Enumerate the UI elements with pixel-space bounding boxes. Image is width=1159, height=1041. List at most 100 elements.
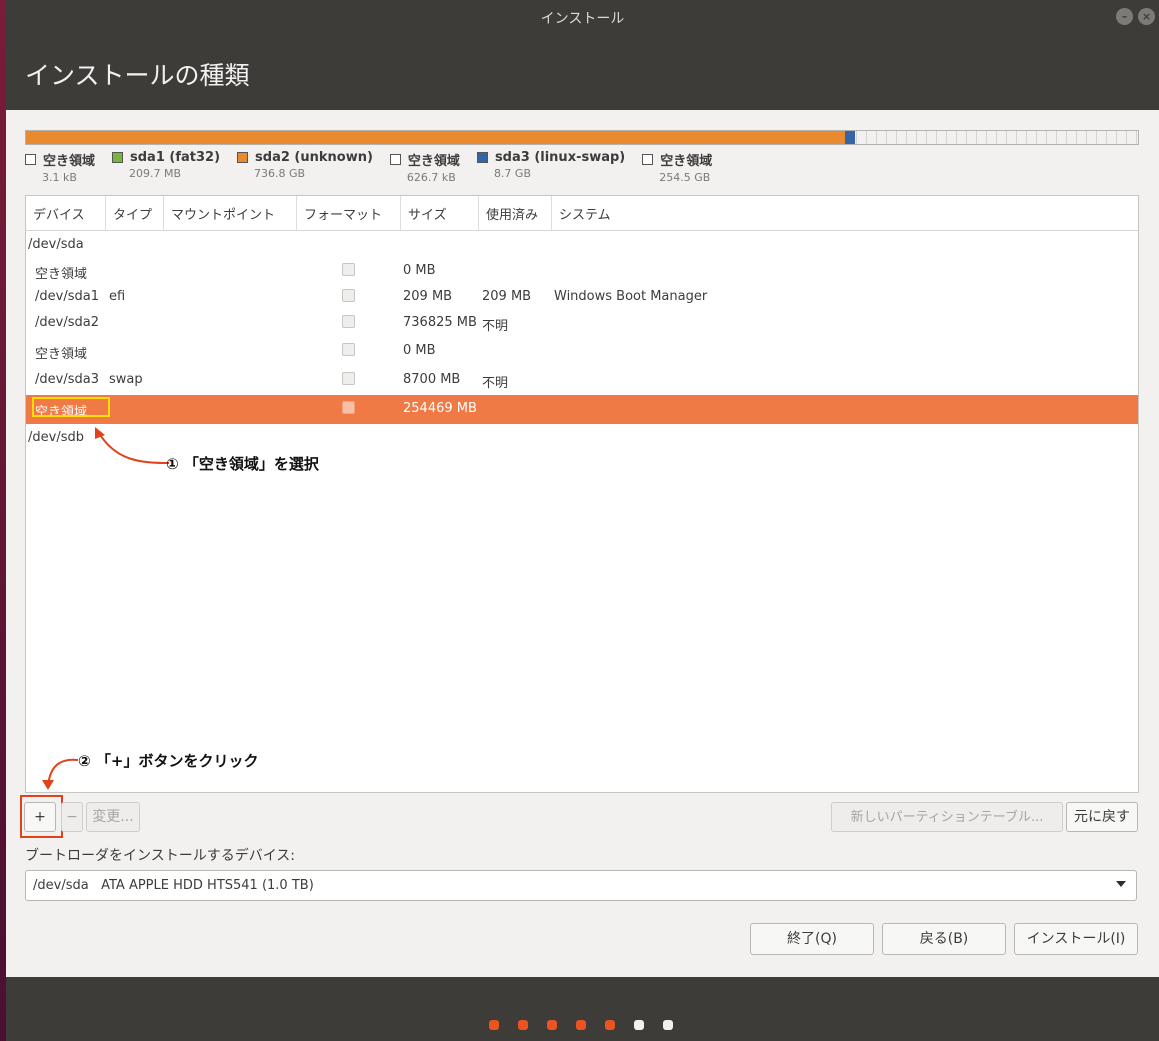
legend-size: 254.5 GB <box>659 171 711 184</box>
legend-item: sda1 (fat32) 209.7 MB <box>112 150 220 184</box>
install-button[interactable]: インストール(I) <box>1014 923 1138 955</box>
cell-size: 209 MB <box>403 289 453 304</box>
legend-item: 空き領域 254.5 GB <box>642 150 712 184</box>
column-mountpoint[interactable]: マウントポイント <box>164 196 297 230</box>
cell-size: 8700 MB <box>403 372 461 387</box>
progress-dots <box>489 1020 692 1030</box>
cell-device: /dev/sda2 <box>35 315 99 330</box>
column-format[interactable]: フォーマット <box>297 196 401 230</box>
partition-segment <box>855 131 1138 144</box>
progress-dot <box>605 1020 615 1030</box>
bootloader-device: /dev/sda <box>33 878 89 893</box>
progress-dot <box>547 1020 557 1030</box>
legend-swatch <box>112 152 124 163</box>
bootloader-selected-value: /dev/sda ATA APPLE HDD HTS541 (1.0 TB) <box>33 878 314 893</box>
annotation-arrow-2 <box>42 758 79 790</box>
change-partition-button[interactable]: 変更... <box>86 802 140 832</box>
partition-legend: 空き領域 3.1 kB sda1 (fat32) 209.7 MB sda2 (unkn… <box>25 150 729 184</box>
progress-dot <box>518 1020 528 1030</box>
footer <box>6 977 1159 1041</box>
table-row[interactable]: /dev/sda3 swap 8700 MB 不明 <box>26 366 1138 395</box>
cell-size: 736825 MB <box>403 315 477 330</box>
back-button[interactable]: 戻る(B) <box>882 923 1006 955</box>
table-row[interactable]: /dev/sda1 efi 209 MB 209 MB Windows Boot Man… <box>26 283 1138 309</box>
annotation-step1: ① 「空き領域」を選択 <box>166 455 319 473</box>
table-header: デバイス タイプ マウントポイント フォーマット サイズ 使用済み システム <box>26 196 1138 231</box>
column-type[interactable]: タイプ <box>106 196 164 230</box>
legend-item: 空き領域 626.7 kB <box>389 150 460 184</box>
table-row[interactable]: 空き領域 0 MB <box>26 337 1138 366</box>
legend-swatch <box>237 152 249 163</box>
format-checkbox[interactable] <box>342 289 355 302</box>
legend-item: sda2 (unknown) 736.8 GB <box>237 150 373 184</box>
table-row[interactable]: /dev/sdb <box>26 424 1138 450</box>
cell-type: efi <box>109 289 126 304</box>
annotation-arrow-1 <box>95 427 170 464</box>
legend-label: sda2 (unknown) <box>255 150 373 165</box>
legend-label: 空き領域 <box>43 154 96 169</box>
legend-size: 8.7 GB <box>493 167 531 180</box>
remove-partition-button[interactable]: − <box>61 802 83 832</box>
legend-item: sda3 (linux-swap) 8.7 GB <box>476 150 626 184</box>
cell-device: 空き領域 <box>35 267 88 282</box>
quit-button[interactable]: 終了(Q) <box>750 923 874 955</box>
legend-swatch <box>642 154 654 165</box>
main-content: 空き領域 3.1 kB sda1 (fat32) 209.7 MB sda2 (unkn… <box>6 110 1159 977</box>
cell-used: 不明 <box>482 376 509 391</box>
cell-size: 0 MB <box>403 263 436 278</box>
legend-swatch <box>476 152 488 163</box>
cell-device: 空き領域 <box>35 347 88 362</box>
cell-device: /dev/sdb <box>28 430 84 445</box>
column-system[interactable]: システム <box>552 196 1138 230</box>
cell-used: 209 MB <box>482 289 532 304</box>
format-checkbox[interactable] <box>342 343 355 356</box>
page-title: インストールの種類 <box>25 61 250 90</box>
legend-size: 3.1 kB <box>42 171 77 184</box>
progress-dot <box>489 1020 499 1030</box>
legend-size: 209.7 MB <box>129 167 182 180</box>
annotation-highlight-free-space <box>32 397 110 417</box>
column-used[interactable]: 使用済み <box>479 196 552 230</box>
format-checkbox[interactable] <box>342 263 355 276</box>
format-checkbox[interactable] <box>342 315 355 328</box>
minimize-icon[interactable]: – <box>1116 8 1133 25</box>
table-row[interactable]: /dev/sda2 736825 MB 不明 <box>26 309 1138 337</box>
format-checkbox[interactable] <box>342 372 355 385</box>
legend-label: sda3 (linux-swap) <box>494 150 626 165</box>
table-body: /dev/sda 空き領域 0 MB/dev/sda1 efi 209 MB 209 MB… <box>26 231 1138 450</box>
cell-type: swap <box>109 372 143 387</box>
partition-segment <box>845 131 855 144</box>
new-partition-table-button[interactable]: 新しいパーティションテーブル... <box>831 802 1063 832</box>
cell-device: /dev/sda <box>28 237 84 252</box>
cell-size: 0 MB <box>403 343 436 358</box>
window-titlebar: インストール – × <box>6 0 1159 34</box>
cell-used: 不明 <box>482 319 509 334</box>
partition-table[interactable]: デバイス タイプ マウントポイント フォーマット サイズ 使用済み システム /… <box>25 195 1139 793</box>
bootloader-label: ブートローダをインストールするデバイス: <box>25 848 296 864</box>
bootloader-model: ATA APPLE HDD HTS541 (1.0 TB) <box>101 878 314 893</box>
legend-swatch <box>389 154 401 165</box>
table-row[interactable]: /dev/sda <box>26 231 1138 257</box>
legend-label: sda1 (fat32) <box>130 150 221 165</box>
legend-label: 空き領域 <box>660 154 713 169</box>
column-device[interactable]: デバイス <box>26 196 106 230</box>
bootloader-device-select[interactable]: /dev/sda ATA APPLE HDD HTS541 (1.0 TB) <box>25 870 1137 901</box>
dropdown-arrow-icon <box>1116 881 1126 887</box>
revert-button[interactable]: 元に戻す <box>1066 802 1138 832</box>
legend-size: 736.8 GB <box>254 167 306 180</box>
window-title: インストール <box>540 11 625 27</box>
annotation-highlight-add <box>20 795 63 838</box>
cell-device: /dev/sda3 <box>35 372 99 387</box>
cell-system: Windows Boot Manager <box>554 289 708 304</box>
table-row[interactable]: 空き領域 0 MB <box>26 257 1138 283</box>
annotation-step2: ② 「+」ボタンをクリック <box>78 752 259 770</box>
close-icon[interactable]: × <box>1138 8 1155 25</box>
legend-swatch <box>25 154 36 165</box>
column-size[interactable]: サイズ <box>401 196 479 230</box>
format-checkbox[interactable] <box>342 401 355 414</box>
table-row[interactable]: 空き領域 254469 MB <box>26 395 1138 424</box>
page-header: インストールの種類 <box>6 34 1159 110</box>
progress-dot <box>576 1020 586 1030</box>
cell-device: /dev/sda1 <box>35 289 99 304</box>
partition-bar <box>25 130 1139 145</box>
